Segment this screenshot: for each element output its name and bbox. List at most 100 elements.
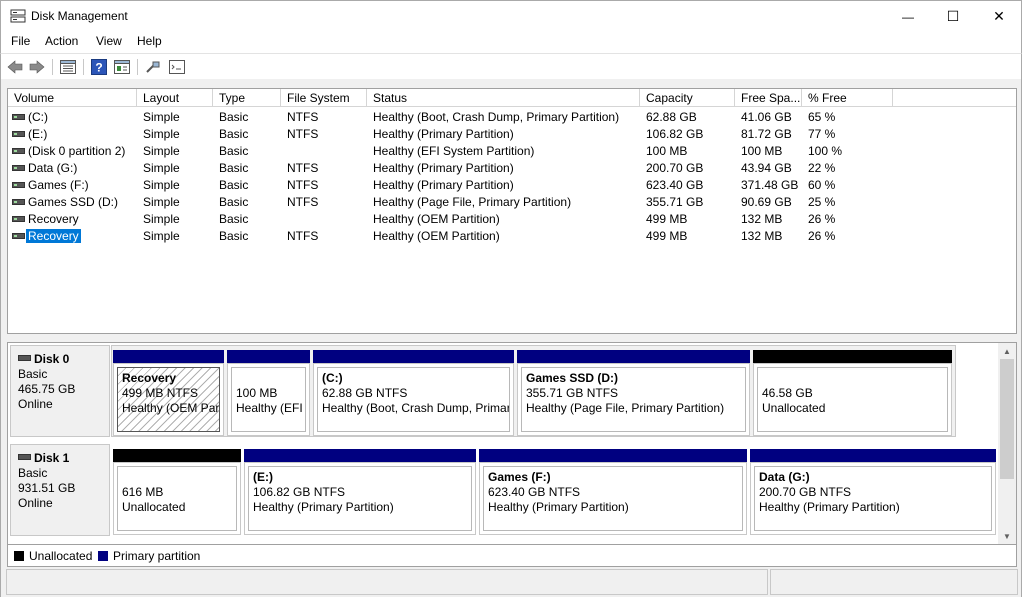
- close-icon: ✕: [993, 8, 1005, 24]
- column-header-volume[interactable]: Volume: [8, 89, 137, 107]
- window-title: Disk Management: [31, 9, 128, 23]
- column-header-layout[interactable]: Layout: [137, 89, 213, 107]
- volume-cell-fs: NTFS: [287, 178, 319, 192]
- partition-label: (C:): [322, 371, 343, 385]
- column-header-type[interactable]: Type: [213, 89, 281, 107]
- volume-row[interactable]: Games (F:) Simple Basic NTFS Healthy (Primar…: [8, 177, 1016, 194]
- volume-cell-layout: Simple: [143, 178, 180, 192]
- column-header-free-space[interactable]: Free Spa...: [735, 89, 802, 107]
- column-header-percent-free[interactable]: % Free: [802, 89, 893, 107]
- menu-action[interactable]: Action: [45, 34, 78, 48]
- volume-drive-icon: [12, 114, 25, 120]
- console-icon[interactable]: [113, 58, 131, 76]
- scroll-down-icon[interactable]: ▼: [998, 528, 1016, 544]
- partition-block[interactable]: (C:) 62.88 GB NTFS Healthy (Boot, Crash …: [313, 350, 514, 436]
- volume-cell-layout: Simple: [143, 195, 180, 209]
- volume-row[interactable]: Games SSD (D:) Simple Basic NTFS Healthy (Pa…: [8, 194, 1016, 211]
- partition-inner: Games SSD (D:) 355.71 GB NTFS Healthy (P…: [521, 367, 746, 432]
- volume-row[interactable]: (Disk 0 partition 2) Simple Basic Healthy (…: [8, 143, 1016, 160]
- partition-block[interactable]: (E:) 106.82 GB NTFS Healthy (Primary Par…: [244, 449, 476, 535]
- disk-type: Basic: [18, 466, 48, 480]
- volume-cell-volume: (C:): [28, 110, 48, 124]
- disk-list-icon[interactable]: [59, 58, 77, 76]
- menu-file[interactable]: File: [11, 34, 30, 48]
- volume-list[interactable]: Volume Layout Type File System Status Ca…: [7, 88, 1017, 334]
- disk-row: Disk 0 Basic 465.75 GB Online Recovery 4…: [8, 343, 998, 437]
- partition-inner: Data (G:) 200.70 GB NTFS Healthy (Primar…: [754, 466, 992, 531]
- volume-cell-fs: NTFS: [287, 229, 319, 243]
- minimize-icon: —: [902, 9, 914, 24]
- partition-size: 46.58 GB: [762, 386, 813, 400]
- volume-row[interactable]: Recovery Simple Basic Healthy (OEM Partitio…: [8, 211, 1016, 228]
- volume-cell-free: 371.48 GB: [741, 178, 799, 192]
- partition-block[interactable]: Games (F:) 623.40 GB NTFS Healthy (Prima…: [479, 449, 747, 535]
- volume-cell-type: Basic: [219, 195, 249, 209]
- partition-status: Healthy (EFI System Partition): [236, 401, 305, 415]
- partition-selected-hatch: Recovery 499 MB NTFS Healthy (OEM Partit…: [117, 367, 220, 432]
- volume-cell-fs: NTFS: [287, 110, 319, 124]
- partition-block[interactable]: 46.58 GB Unallocated: [753, 350, 952, 436]
- disk-0-label[interactable]: Disk 0 Basic 465.75 GB Online: [10, 345, 110, 437]
- partition-size: 623.40 GB NTFS: [488, 485, 581, 499]
- partition-label: Recovery: [122, 371, 177, 385]
- column-header-capacity[interactable]: Capacity: [640, 89, 735, 107]
- partition-size: 499 MB NTFS: [122, 386, 199, 400]
- menu-help[interactable]: Help: [137, 34, 162, 48]
- minimize-button[interactable]: —: [885, 1, 931, 32]
- legend-label-primary: Primary partition: [113, 549, 201, 563]
- volume-drive-icon: [12, 199, 25, 205]
- help-icon[interactable]: ?: [90, 58, 108, 76]
- scroll-up-icon[interactable]: ▲: [998, 343, 1016, 359]
- title-bar: Disk Management — ☐ ✕: [0, 0, 1022, 31]
- partition-block[interactable]: 616 MB Unallocated: [113, 449, 241, 535]
- column-header-file-system[interactable]: File System: [281, 89, 367, 107]
- forward-icon[interactable]: [28, 58, 46, 76]
- column-header-status[interactable]: Status: [367, 89, 640, 107]
- volume-cell-pct: 100 %: [808, 144, 843, 158]
- graphical-view-scrollbar[interactable]: ▲ ▼: [998, 343, 1016, 544]
- volume-row[interactable]: Data (G:) Simple Basic NTFS Healthy (Primary…: [8, 160, 1016, 177]
- partition-block[interactable]: 100 MB Healthy (EFI System Partition): [227, 350, 310, 436]
- partition-status: Healthy (OEM Partition): [122, 401, 220, 415]
- volume-cell-type: Basic: [219, 144, 249, 158]
- partition-block[interactable]: Data (G:) 200.70 GB NTFS Healthy (Primar…: [750, 449, 996, 535]
- partition-body: 100 MB Healthy (EFI System Partition): [227, 363, 310, 436]
- maximize-button[interactable]: ☐: [930, 1, 976, 32]
- volume-row[interactable]: (C:) Simple Basic NTFS Healthy (Boot, Crash …: [8, 109, 1016, 126]
- disk-1-label[interactable]: Disk 1 Basic 931.51 GB Online: [10, 444, 110, 536]
- menu-view[interactable]: View: [96, 34, 122, 48]
- partition-size: 62.88 GB NTFS: [322, 386, 408, 400]
- volume-row[interactable]: (E:) Simple Basic NTFS Healthy (Primary Part…: [8, 126, 1016, 143]
- close-button[interactable]: ✕: [976, 1, 1022, 32]
- legend-label-unallocated: Unallocated: [29, 549, 93, 563]
- scroll-thumb[interactable]: [1000, 359, 1014, 479]
- volume-cell-fs: NTFS: [287, 195, 319, 209]
- partition-block[interactable]: Recovery 499 MB NTFS Healthy (OEM Partit…: [113, 350, 224, 436]
- volume-cell-status: Healthy (EFI System Partition): [373, 144, 535, 158]
- volume-cell-fs: NTFS: [287, 161, 319, 175]
- partition-block[interactable]: Games SSD (D:) 355.71 GB NTFS Healthy (P…: [517, 350, 750, 436]
- volume-cell-status: Healthy (OEM Partition): [373, 212, 500, 226]
- volume-cell-capacity: 623.40 GB: [646, 178, 704, 192]
- volume-cell-capacity: 355.71 GB: [646, 195, 704, 209]
- volume-cell-status: Healthy (Primary Partition): [373, 161, 514, 175]
- disk-name: Disk 1: [34, 451, 70, 465]
- volume-cell-pct: 77 %: [808, 127, 836, 141]
- back-icon[interactable]: [6, 58, 24, 76]
- column-header-filler: [893, 89, 1016, 107]
- volume-cell-capacity: 106.82 GB: [646, 127, 704, 141]
- properties-icon[interactable]: [168, 58, 186, 76]
- partition-body: Games SSD (D:) 355.71 GB NTFS Healthy (P…: [517, 363, 750, 436]
- partition-inner: Games (F:) 623.40 GB NTFS Healthy (Prima…: [483, 466, 743, 531]
- volume-cell-type: Basic: [219, 178, 249, 192]
- disk-type: Basic: [18, 367, 48, 381]
- volume-cell-layout: Simple: [143, 229, 180, 243]
- volume-cell-volume: Games SSD (D:): [28, 195, 119, 209]
- menu-bar: File Action View Help: [0, 31, 1022, 53]
- connect-icon[interactable]: [144, 58, 162, 76]
- volume-drive-icon: [12, 233, 25, 239]
- volume-row[interactable]: Recovery Simple Basic NTFS Healthy (OEM Part…: [8, 228, 1016, 245]
- partition-label: Games (F:): [488, 470, 551, 484]
- disk-icon: [18, 454, 31, 460]
- toolbar-separator: [52, 59, 53, 75]
